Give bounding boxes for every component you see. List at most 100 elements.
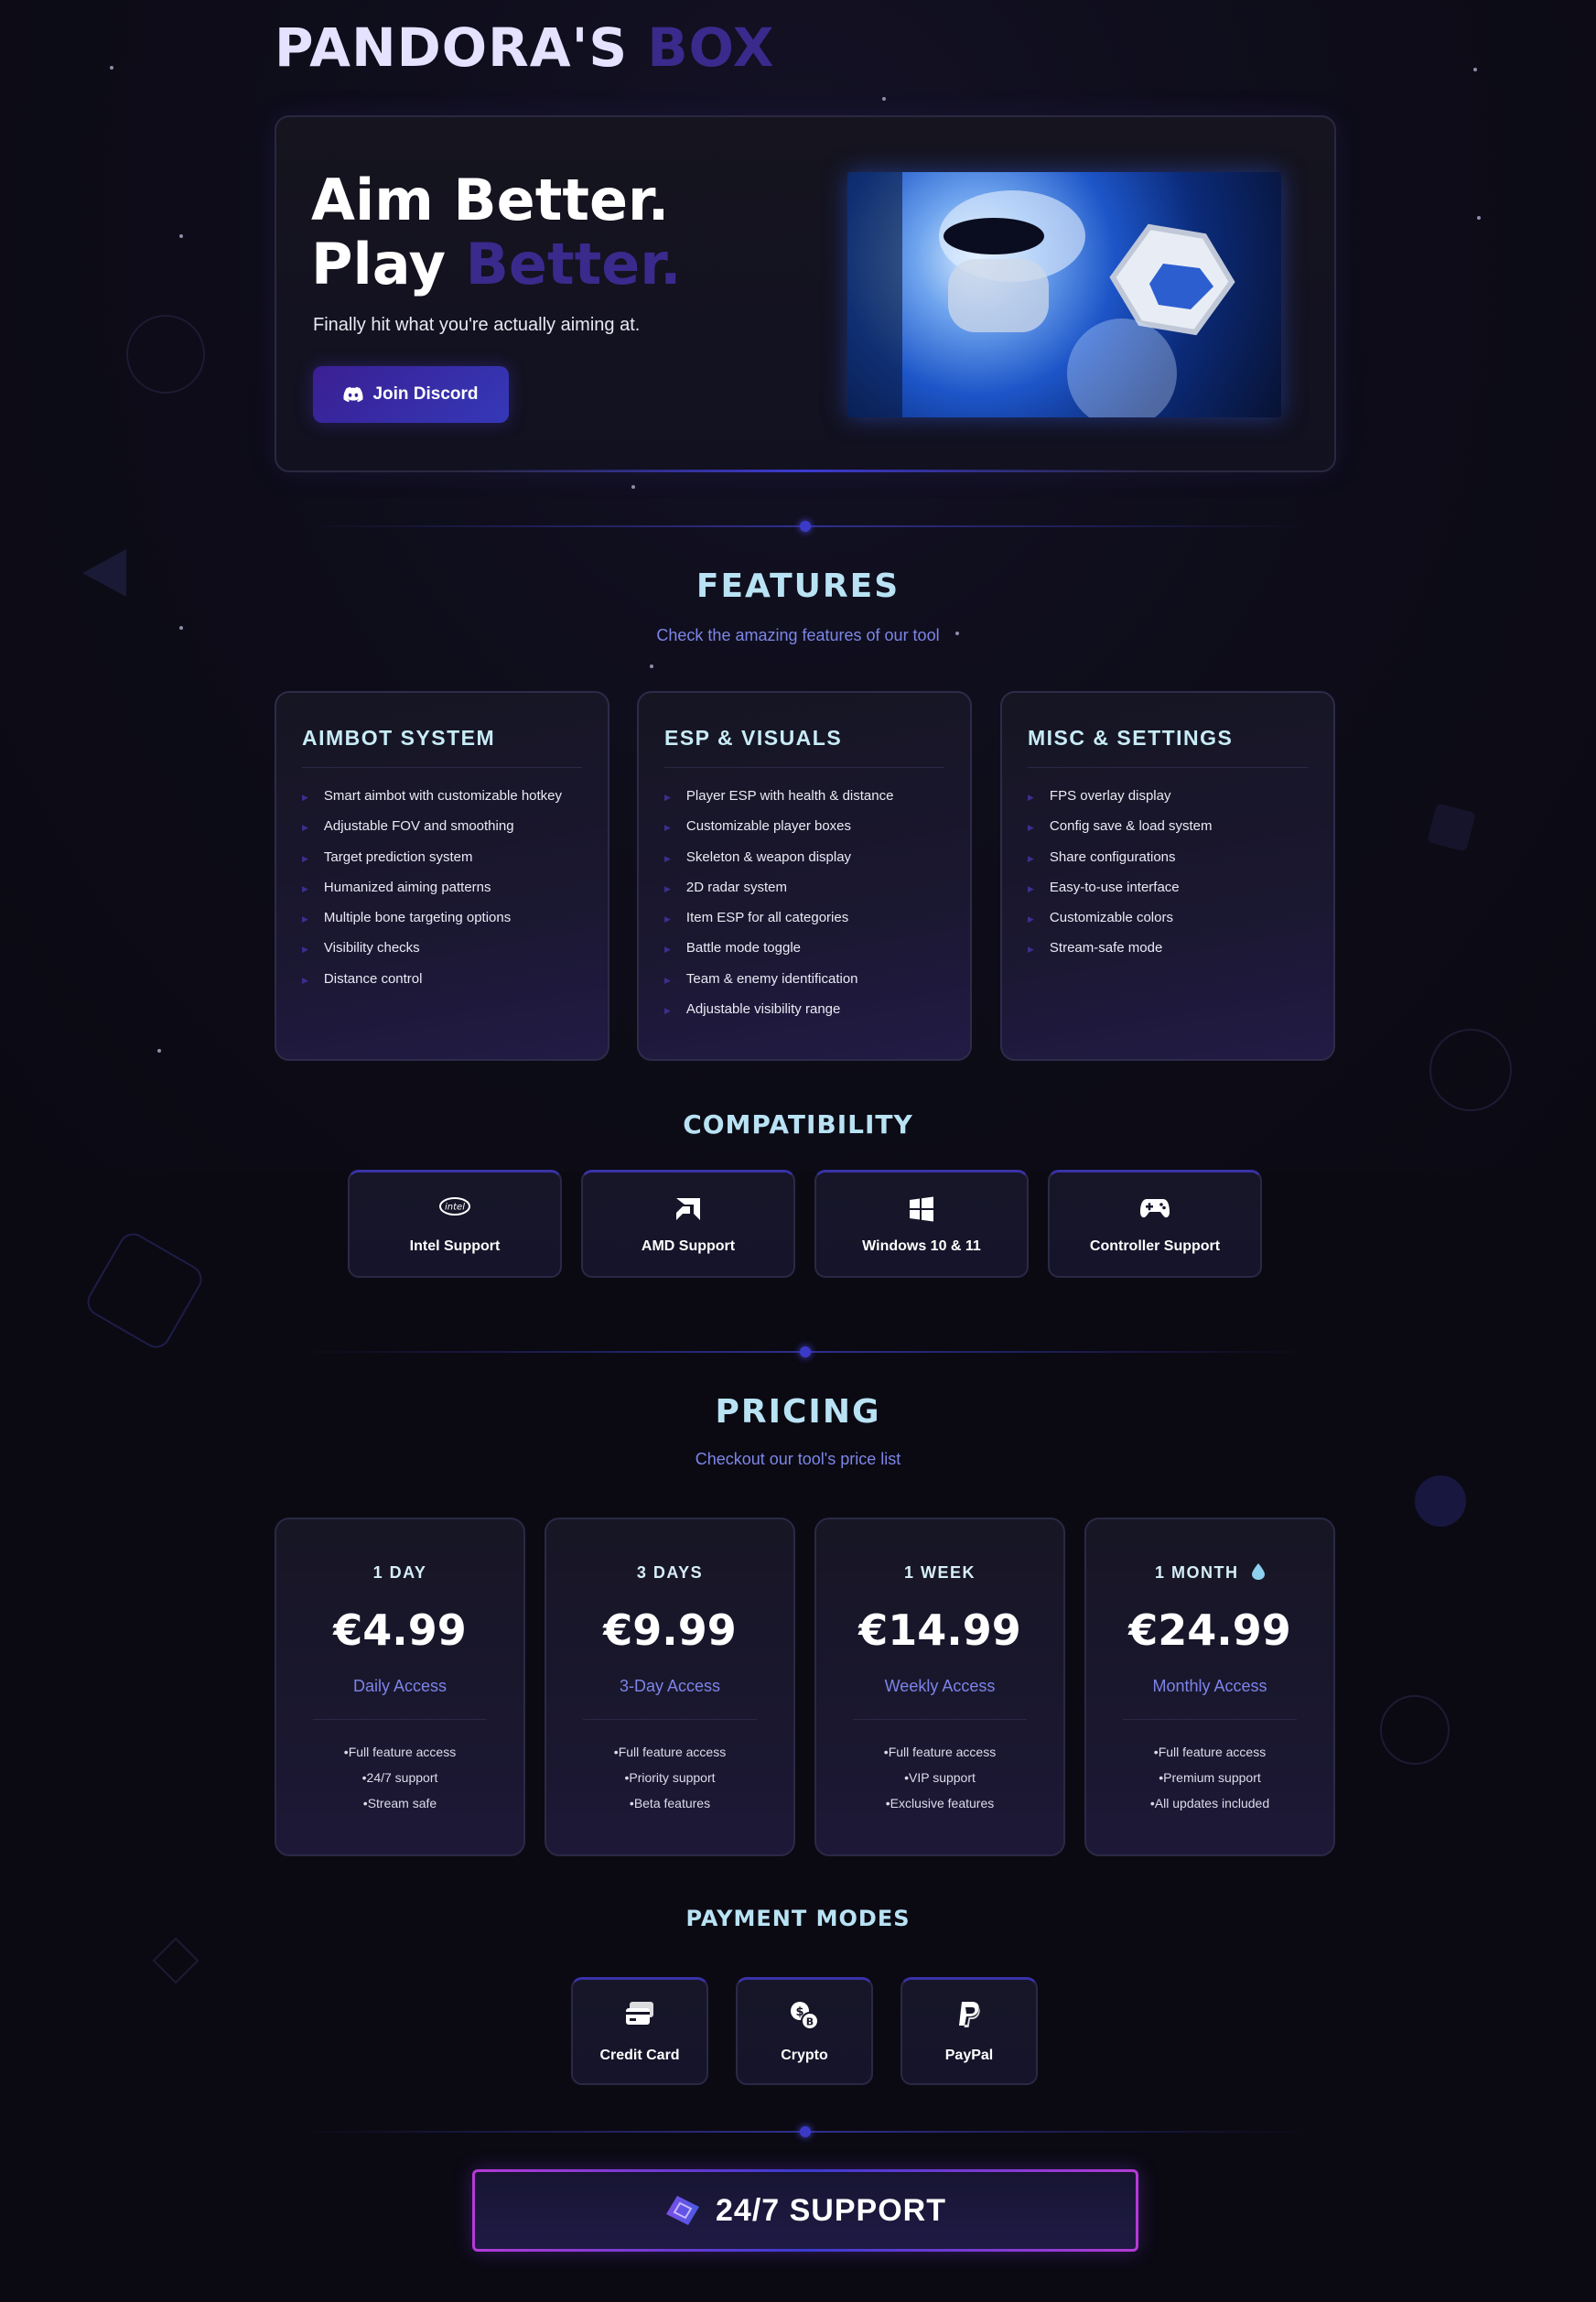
features-title: FEATURES <box>696 567 900 605</box>
plan-description: Daily Access <box>352 1677 448 1695</box>
feature-item: Adjustable FOV and smoothing <box>302 816 562 846</box>
card-divider <box>302 767 582 768</box>
price-card-1-day[interactable]: 1 DAY €4.99 Daily Access Full feature ac… <box>275 1518 525 1856</box>
feature-item: Visibility checks <box>302 937 562 967</box>
feature-item: Easy-to-use interface <box>1028 877 1213 907</box>
payment-label: Crypto <box>781 2048 828 2063</box>
plan-description: 3-Day Access <box>619 1677 721 1695</box>
hero-subtitle: Finally hit what you're actually aiming … <box>313 315 641 335</box>
feature-item: 2D radar system <box>664 877 893 907</box>
plan-perk: Priority support <box>546 1765 793 1790</box>
payment-paypal: PayPal <box>900 1977 1038 2085</box>
section-divider <box>302 2126 1309 2137</box>
features-subtitle: Check the amazing features of our tool <box>656 626 940 644</box>
feature-item: Team & enemy identification <box>664 968 893 999</box>
hero-underline <box>459 470 1151 472</box>
paypal-icon <box>959 2002 980 2027</box>
feature-item: Smart aimbot with customizable hotkey <box>302 785 562 816</box>
feature-list: Smart aimbot with customizable hotkey Ad… <box>302 785 562 999</box>
plan-perk: Full feature access <box>1086 1739 1333 1765</box>
feature-item: Share configurations <box>1028 847 1213 877</box>
feature-card-aimbot: AIMBOT SYSTEM Smart aimbot with customiz… <box>275 691 609 1061</box>
card-divider <box>664 767 944 768</box>
hero-card: Aim Better. Play Better. Finally hit wha… <box>275 115 1336 472</box>
plan-perk: All updates included <box>1086 1790 1333 1816</box>
plan-perks: Full feature access Premium support All … <box>1086 1739 1333 1816</box>
support-button[interactable]: 24/7 SUPPORT <box>472 2169 1138 2252</box>
compat-label: Intel Support <box>409 1238 501 1254</box>
plan-perks: Full feature access Priority support Bet… <box>546 1739 793 1816</box>
plan-perk: Exclusive features <box>816 1790 1063 1816</box>
decor-circle <box>1380 1695 1450 1765</box>
feature-item: Item ESP for all categories <box>664 907 893 937</box>
join-discord-label: Join Discord <box>372 384 479 404</box>
compat-windows: Windows 10 & 11 <box>814 1170 1029 1278</box>
pricing-title: PRICING <box>715 1393 881 1431</box>
compat-label: AMD Support <box>641 1238 736 1254</box>
feature-list: Player ESP with health & distance Custom… <box>664 785 894 1029</box>
card-divider <box>583 1719 757 1720</box>
decor-diamond <box>152 1937 200 1984</box>
compatibility-title: COMPATIBILITY <box>683 1109 913 1140</box>
plan-perk: Full feature access <box>276 1739 523 1765</box>
card-divider <box>313 1719 487 1720</box>
payment-title: PAYMENT MODES <box>685 1906 911 1931</box>
decor-circle <box>1429 1029 1512 1111</box>
price-card-1-month[interactable]: 1 MONTH €24.99 Monthly Access Full featu… <box>1084 1518 1335 1856</box>
card-divider <box>1123 1719 1297 1720</box>
star <box>179 234 183 238</box>
section-divider <box>293 521 1318 532</box>
plan-period-row: 1 MONTH <box>1086 1563 1333 1583</box>
windows-icon <box>910 1196 933 1222</box>
hero-image <box>847 172 1281 417</box>
compat-intel: intel Intel Support <box>348 1170 562 1278</box>
payment-label: Credit Card <box>599 2048 680 2063</box>
feature-item: Customizable player boxes <box>664 816 893 846</box>
support-label: 24/7 SUPPORT <box>716 2192 946 2228</box>
brand-logo[interactable]: PANDORA'S BOX <box>275 16 775 79</box>
headline-line1: Aim Better. <box>311 167 670 233</box>
plan-period: 1 WEEK <box>903 1563 976 1582</box>
price-card-1-week[interactable]: 1 WEEK €14.99 Weekly Access Full feature… <box>814 1518 1065 1856</box>
star <box>1477 216 1481 220</box>
plan-perks: Full feature access 24/7 support Stream … <box>276 1739 523 1816</box>
feature-item: Multiple bone targeting options <box>302 907 562 937</box>
feature-item: FPS overlay display <box>1028 785 1213 816</box>
feature-item: Distance control <box>302 968 562 999</box>
plan-perk: Full feature access <box>816 1739 1063 1765</box>
decor-square <box>81 1227 208 1354</box>
payment-label: PayPal <box>944 2048 994 2063</box>
star <box>650 665 653 668</box>
feature-card-title: MISC & SETTINGS <box>1028 726 1234 750</box>
intel-icon: intel <box>439 1197 470 1216</box>
star <box>157 1049 161 1053</box>
price-card-3-days[interactable]: 3 DAYS €9.99 3-Day Access Full feature a… <box>545 1518 795 1856</box>
water-drop-icon <box>1252 1563 1265 1580</box>
feature-item: Config save & load system <box>1028 816 1213 846</box>
feature-item: Stream-safe mode <box>1028 937 1213 967</box>
brand-name: PANDORA'S <box>275 16 629 79</box>
plan-price: €24.99 <box>1128 1605 1291 1655</box>
compat-amd: AMD Support <box>581 1170 795 1278</box>
feature-item: Adjustable visibility range <box>664 999 893 1029</box>
star <box>110 66 113 70</box>
plan-perk: Stream safe <box>276 1790 523 1816</box>
payment-crypto: $ B Crypto <box>736 1977 873 2085</box>
credit-card-icon <box>626 2002 653 2025</box>
feature-card-misc: MISC & SETTINGS FPS overlay display Conf… <box>1000 691 1335 1061</box>
plan-description: Monthly Access <box>1152 1677 1267 1695</box>
feature-item: Skeleton & weapon display <box>664 847 893 877</box>
hero-headline: Aim Better. Play Better. <box>311 168 682 297</box>
plan-price: €14.99 <box>858 1605 1021 1655</box>
compat-label: Windows 10 & 11 <box>862 1238 981 1254</box>
decor-circle <box>126 315 205 394</box>
feature-item: Battle mode toggle <box>664 937 893 967</box>
section-divider <box>302 1346 1309 1357</box>
star <box>631 485 635 489</box>
join-discord-button[interactable]: Join Discord <box>313 366 509 423</box>
headline-accent: Better. <box>465 231 682 297</box>
discord-icon <box>343 386 363 403</box>
plan-perks: Full feature access VIP support Exclusiv… <box>816 1739 1063 1816</box>
feature-item: Customizable colors <box>1028 907 1213 937</box>
feature-item: Humanized aiming patterns <box>302 877 562 907</box>
